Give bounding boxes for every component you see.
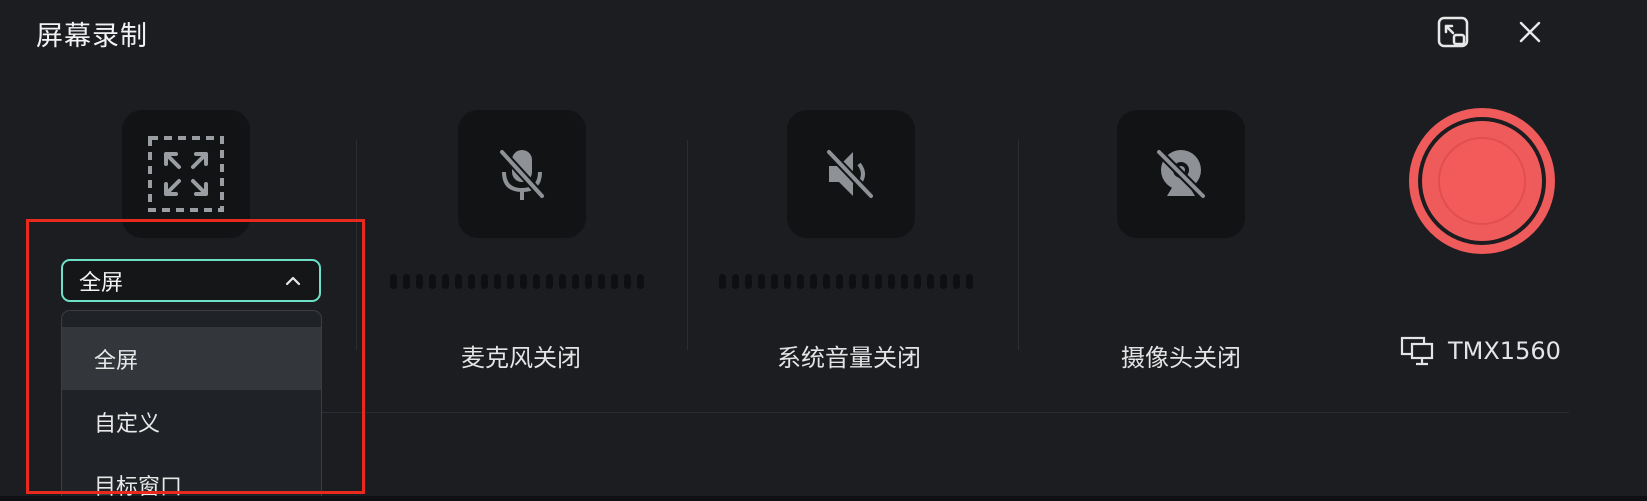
capture-mode-dropdown: 全屏 自定义 目标窗口	[61, 310, 322, 501]
microphone-level-meter	[390, 274, 644, 289]
close-icon	[1519, 21, 1541, 43]
picture-in-picture-icon	[1437, 16, 1469, 48]
record-button[interactable]	[1409, 108, 1555, 254]
display-name: TMX1560	[1448, 337, 1561, 365]
window-title: 屏幕录制	[36, 21, 148, 52]
pip-button[interactable]	[1433, 12, 1473, 52]
column-divider	[356, 140, 357, 350]
system-audio-label: 系统音量关闭	[777, 344, 921, 372]
camera-label: 摄像头关闭	[1121, 344, 1241, 372]
column-divider	[687, 140, 688, 350]
record-button-icon	[1438, 137, 1526, 225]
column-divider	[1018, 140, 1019, 350]
capture-mode-value: 全屏	[79, 270, 124, 296]
display-selector[interactable]: TMX1560	[1400, 336, 1561, 366]
monitor-icon	[1400, 336, 1434, 366]
dropdown-option-fullscreen[interactable]: 全屏	[62, 327, 321, 390]
system-audio-toggle[interactable]	[787, 110, 915, 238]
speaker-off-icon	[826, 149, 874, 199]
capture-mode-tile[interactable]	[122, 110, 250, 238]
chevron-up-icon	[283, 271, 303, 291]
microphone-toggle[interactable]	[458, 110, 586, 238]
dropdown-option-custom[interactable]: 自定义	[62, 390, 321, 453]
fullscreen-expand-icon	[148, 136, 224, 212]
microphone-label: 麦克风关闭	[461, 344, 581, 372]
system-audio-level-meter	[719, 274, 973, 289]
mic-off-icon	[499, 149, 545, 200]
close-button[interactable]	[1510, 12, 1550, 52]
dropdown-option-target-window[interactable]: 目标窗口	[62, 453, 321, 501]
screen-recorder-window: 屏幕录制 麦克风关闭 系统音量关闭 摄像头关闭 TMX1560 全屏 全屏 自定…	[0, 0, 1647, 501]
window-bottom-edge	[0, 496, 1647, 501]
camera-toggle[interactable]	[1117, 110, 1245, 238]
capture-mode-select[interactable]: 全屏	[61, 259, 321, 302]
camera-off-icon	[1156, 149, 1206, 199]
